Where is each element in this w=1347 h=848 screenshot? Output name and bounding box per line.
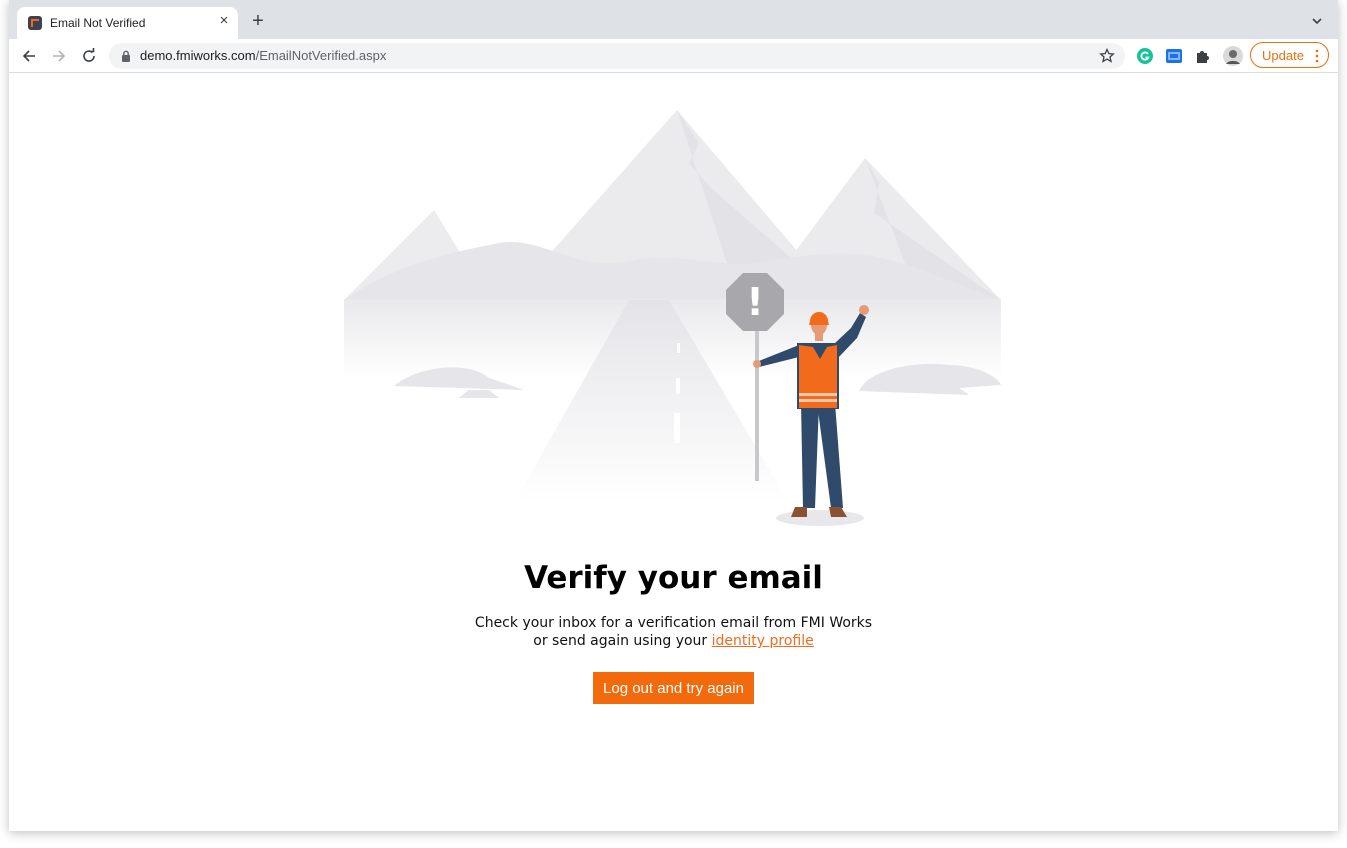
grammarly-icon[interactable] — [1136, 47, 1154, 65]
tab-strip: Email Not Verified × + — [9, 0, 1338, 39]
more-vertical-icon — [1315, 49, 1319, 63]
lock-icon — [122, 50, 130, 62]
url-path: /EmailNotVerified.aspx — [255, 48, 387, 63]
browser-window: Email Not Verified × + demo.fmiworks.com… — [9, 0, 1338, 831]
page-title: Verify your email — [524, 560, 823, 596]
cookie-editor-icon[interactable] — [1165, 47, 1183, 65]
puzzle-extensions-icon[interactable] — [1194, 47, 1212, 65]
update-button[interactable]: Update — [1250, 42, 1329, 68]
tab-email-not-verified[interactable]: Email Not Verified × — [17, 7, 238, 39]
forward-arrow-icon[interactable] — [49, 46, 69, 66]
bookmark-star-icon[interactable] — [1099, 48, 1115, 64]
logout-retry-button[interactable]: Log out and try again — [593, 672, 754, 704]
chevron-down-icon[interactable] — [1309, 13, 1325, 29]
description-line-1: Check your inbox for a verification emai… — [474, 615, 873, 631]
description: Check your inbox for a verification emai… — [9, 614, 1338, 650]
url-domain: demo.fmiworks.com — [140, 48, 256, 63]
new-tab-button[interactable]: + — [249, 11, 267, 31]
reload-icon[interactable] — [79, 46, 99, 66]
browser-toolbar: demo.fmiworks.com/EmailNotVerified.aspx … — [9, 39, 1338, 73]
description-line-2-prefix: or send again using your — [533, 633, 712, 649]
identity-profile-link[interactable]: identity profile — [712, 633, 814, 649]
address-bar[interactable]: demo.fmiworks.com/EmailNotVerified.aspx — [109, 43, 1125, 69]
sign-exclamation: ! — [746, 280, 763, 324]
description-line-2: or send again using your identity profil… — [9, 632, 1338, 650]
url-text: demo.fmiworks.com/EmailNotVerified.aspx — [140, 48, 386, 63]
back-arrow-icon[interactable] — [19, 46, 39, 66]
profile-avatar[interactable] — [1223, 46, 1243, 66]
fmi-favicon-icon — [28, 16, 42, 30]
close-tab-icon[interactable]: × — [216, 13, 232, 29]
update-label: Update — [1262, 48, 1304, 63]
road-worker-illustration: ! — [344, 110, 1001, 526]
page-content: ! Verify your email Check your inbox for… — [9, 73, 1338, 831]
tab-title: Email Not Verified — [50, 16, 146, 30]
